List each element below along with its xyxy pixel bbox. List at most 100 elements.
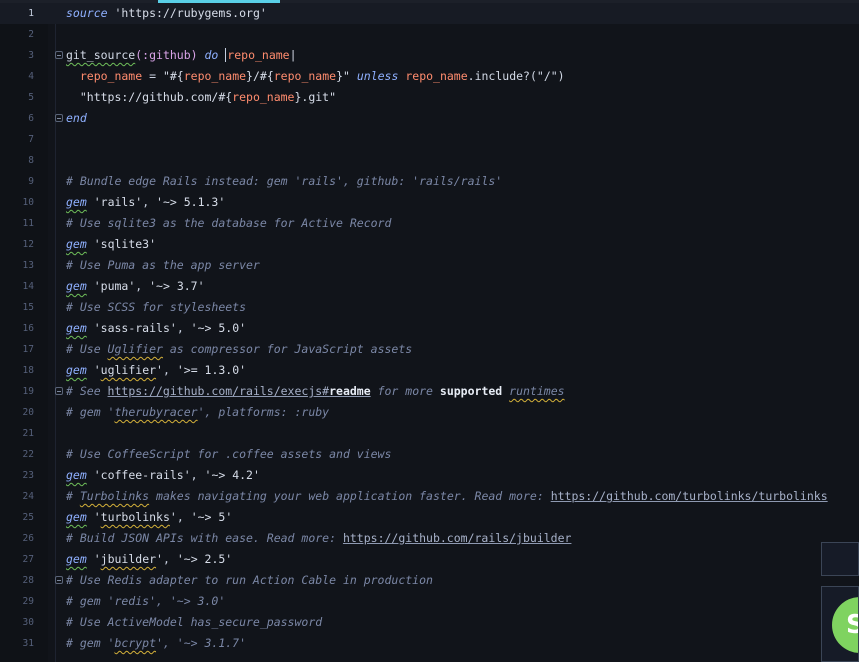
code-line[interactable]: 2 xyxy=(0,24,859,45)
fold-toggle-icon[interactable] xyxy=(55,51,63,59)
code-text[interactable]: # gem 'therubyracer', platforms: :ruby xyxy=(66,402,329,423)
code-line[interactable]: 31 # gem 'bcrypt', '~> 3.1.7' xyxy=(0,633,859,654)
code-line[interactable]: 27 gem 'jbuilder', '~> 2.5' xyxy=(0,549,859,570)
code-token: }" xyxy=(336,69,350,83)
code-line[interactable]: 9 # Bundle edge Rails instead: gem 'rails… xyxy=(0,171,859,192)
code-line[interactable]: 19 # See https://github.com/rails/execjs#… xyxy=(0,381,859,402)
code-text[interactable]: # Use ActiveModel has_secure_password xyxy=(66,612,322,633)
code-text[interactable]: gem 'rails', '~> 5.1.3' xyxy=(66,192,225,213)
fold-toggle-icon[interactable] xyxy=(55,576,63,584)
code-token: ', '~> 3.1.7' xyxy=(156,636,247,650)
code-token: '~> 5' xyxy=(190,510,233,524)
code-line[interactable]: 8 xyxy=(0,150,859,171)
code-token: gem xyxy=(66,279,87,293)
code-line[interactable]: 13 # Use Puma as the app server xyxy=(0,255,859,276)
code-line[interactable]: 26 # Build JSON APIs with ease. Read more… xyxy=(0,528,859,549)
line-number: 4 xyxy=(28,71,34,82)
code-line[interactable]: 14 gem 'puma', '~> 3.7' xyxy=(0,276,859,297)
code-text[interactable]: # Use CoffeeScript for .coffee assets an… xyxy=(66,444,391,465)
code-text[interactable]: gem 'uglifier', '>= 1.3.0' xyxy=(66,360,246,381)
code-text[interactable]: # See https://github.com/rails/execjs#re… xyxy=(66,381,565,402)
code-token: source xyxy=(66,6,108,20)
code-token: ', platforms: :ruby xyxy=(197,405,330,419)
code-text[interactable]: # Bundle edge Rails instead: gem 'rails'… xyxy=(66,171,502,192)
floating-panel-bottom[interactable]: S xyxy=(821,586,859,662)
line-number: 29 xyxy=(22,596,34,607)
code-text[interactable]: # Turbolinks makes navigating your web a… xyxy=(66,486,828,507)
avatar[interactable]: S xyxy=(832,597,858,653)
code-line[interactable]: 29 # gem 'redis', '~> 3.0' xyxy=(0,591,859,612)
code-text[interactable]: # Use Redis adapter to run Action Cable … xyxy=(66,570,433,591)
code-line[interactable]: 16 gem 'sass-rails', '~> 5.0' xyxy=(0,318,859,339)
code-text[interactable]: end xyxy=(66,108,87,129)
code-token: ' xyxy=(156,552,163,566)
code-token: '~> 3.7' xyxy=(149,279,205,293)
code-line[interactable]: 4 repo_name = "#{repo_name}/#{repo_name}… xyxy=(0,66,859,87)
code-token[interactable]: https://github.com/rails/jbuilder xyxy=(343,531,571,545)
fold-toggle-icon[interactable] xyxy=(55,114,63,122)
code-token[interactable]: https://github.com/rails/execjs# xyxy=(108,384,330,398)
code-token: git_source xyxy=(66,48,136,62)
code-line[interactable]: 3 git_source(:github) do repo_name| xyxy=(0,45,859,66)
line-number: 26 xyxy=(22,533,34,544)
code-line[interactable]: 24 # Turbolinks makes navigating your web… xyxy=(0,486,859,507)
floating-panel-top[interactable] xyxy=(821,542,859,576)
code-line[interactable]: 17 # Use Uglifier as compressor for JavaS… xyxy=(0,339,859,360)
line-number: 17 xyxy=(22,344,34,355)
line-number: 28 xyxy=(22,575,34,586)
code-line[interactable]: 5 "https://github.com/#{repo_name}.git" xyxy=(0,87,859,108)
code-line[interactable]: 25 gem 'turbolinks', '~> 5' xyxy=(0,507,859,528)
line-number: 16 xyxy=(22,323,34,334)
code-line[interactable]: 28 # Use Redis adapter to run Action Cabl… xyxy=(0,570,859,591)
code-text[interactable]: gem 'coffee-rails', '~> 4.2' xyxy=(66,465,260,486)
code-line[interactable]: 7 xyxy=(0,129,859,150)
code-token: uglifier xyxy=(100,363,157,377)
line-number: 20 xyxy=(22,407,34,418)
code-line[interactable]: 1 source 'https://rubygems.org' xyxy=(0,3,859,24)
code-token[interactable]: https://github.com/turbolinks/turbolinks xyxy=(551,489,828,503)
code-text[interactable]: # Use sqlite3 as the database for Active… xyxy=(66,213,391,234)
code-text[interactable]: source 'https://rubygems.org' xyxy=(66,3,267,24)
code-text[interactable]: gem 'sass-rails', '~> 5.0' xyxy=(66,318,246,339)
code-token: 'rails' xyxy=(93,195,143,209)
code-token: , xyxy=(135,279,150,293)
fold-toggle-icon[interactable] xyxy=(55,387,63,395)
code-text[interactable]: # Use Uglifier as compressor for JavaScr… xyxy=(66,339,412,360)
code-token: makes navigating your web application fa… xyxy=(149,489,551,503)
code-line[interactable]: 23 gem 'coffee-rails', '~> 4.2' xyxy=(0,465,859,486)
code-text[interactable]: # gem 'redis', '~> 3.0' xyxy=(66,591,225,612)
line-number: 24 xyxy=(22,491,34,502)
line-number: 9 xyxy=(28,176,34,187)
code-text[interactable]: gem 'sqlite3' xyxy=(66,234,156,255)
code-text[interactable]: repo_name = "#{repo_name}/#{repo_name}" … xyxy=(66,66,565,87)
code-token: 'sqlite3' xyxy=(93,237,157,251)
code-text[interactable]: "https://github.com/#{repo_name}.git" xyxy=(66,87,336,108)
code-text[interactable]: # Use Puma as the app server xyxy=(66,255,260,276)
code-text[interactable]: # Use SCSS for stylesheets xyxy=(66,297,246,318)
code-text[interactable]: # Build JSON APIs with ease. Read more: … xyxy=(66,528,571,549)
code-line[interactable]: 15 # Use SCSS for stylesheets xyxy=(0,297,859,318)
line-number: 27 xyxy=(22,554,34,565)
code-line[interactable]: 12 gem 'sqlite3' xyxy=(0,234,859,255)
code-line[interactable]: 21 xyxy=(0,423,859,444)
code-line[interactable]: 10 gem 'rails', '~> 5.1.3' xyxy=(0,192,859,213)
code-text[interactable]: # gem 'bcrypt', '~> 3.1.7' xyxy=(66,633,246,654)
code-text[interactable]: gem 'puma', '~> 3.7' xyxy=(66,276,205,297)
code-line[interactable]: 6 end xyxy=(0,108,859,129)
code-token: repo_name xyxy=(183,69,247,83)
code-token: supported xyxy=(439,384,503,398)
code-text[interactable]: git_source(:github) do repo_name| xyxy=(66,45,297,66)
code-token: '~> 5.1.3' xyxy=(156,195,226,209)
code-text[interactable]: gem 'jbuilder', '~> 2.5' xyxy=(66,549,232,570)
code-token: gem xyxy=(66,510,87,524)
code-token: , xyxy=(176,510,191,524)
code-line[interactable]: 22 # Use CoffeeScript for .coffee assets … xyxy=(0,444,859,465)
code-text[interactable]: gem 'turbolinks', '~> 5' xyxy=(66,507,232,528)
code-line[interactable]: 20 # gem 'therubyracer', platforms: :ruby xyxy=(0,402,859,423)
code-line[interactable]: 30 # Use ActiveModel has_secure_password xyxy=(0,612,859,633)
code-token: jbuilder xyxy=(100,552,157,566)
code-line[interactable]: 18 gem 'uglifier', '>= 1.3.0' xyxy=(0,360,859,381)
code-token[interactable]: readme xyxy=(329,384,371,398)
code-line[interactable]: 11 # Use sqlite3 as the database for Acti… xyxy=(0,213,859,234)
